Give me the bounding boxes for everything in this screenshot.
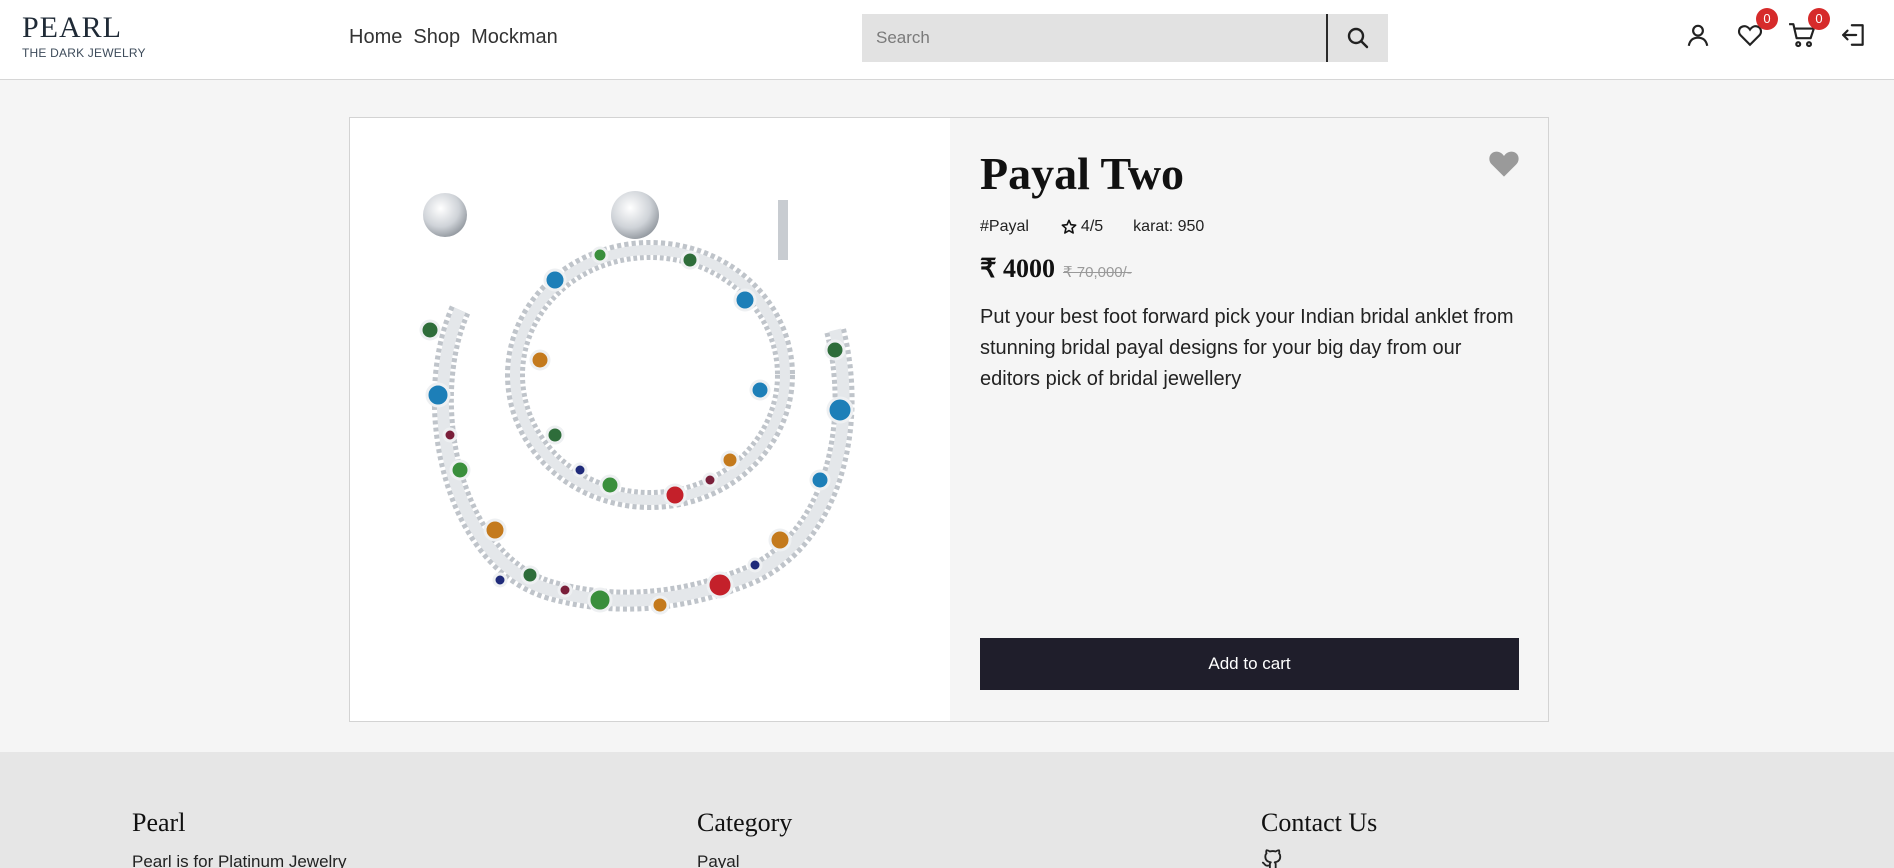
nav-link-home[interactable]: Home bbox=[349, 26, 402, 49]
heart-filled-icon bbox=[1489, 151, 1519, 177]
cart-button[interactable]: 0 bbox=[1788, 8, 1830, 50]
add-to-cart-button[interactable]: Add to cart bbox=[980, 638, 1519, 690]
footer-about-title: Pearl bbox=[132, 808, 186, 837]
wishlist-count-badge: 0 bbox=[1756, 8, 1778, 30]
wishlist-button[interactable]: 0 bbox=[1736, 8, 1778, 50]
search-bar bbox=[862, 14, 1388, 62]
original-price: ₹ 70,000/- bbox=[1063, 264, 1132, 281]
footer-category: Category Payal bbox=[697, 808, 792, 868]
product-title: Payal Two bbox=[980, 148, 1185, 199]
main-nav: Home Shop Mockman bbox=[349, 26, 558, 49]
footer-about-text: Pearl is for Platinum Jewelry bbox=[132, 852, 347, 868]
search-button[interactable] bbox=[1326, 14, 1388, 62]
wishlist-toggle-button[interactable] bbox=[1487, 148, 1521, 178]
footer-about: Pearl Pearl is for Platinum Jewelry bbox=[132, 808, 346, 868]
nav-link-shop[interactable]: Shop bbox=[413, 26, 460, 49]
product-info: Payal Two #Payal 4/5 karat: 950 ₹ 4000 ₹… bbox=[980, 148, 1520, 395]
nav-link-mockman[interactable]: Mockman bbox=[471, 26, 558, 49]
user-icon bbox=[1687, 24, 1709, 47]
site-header: PEARL THE DARK JEWELRY Home Shop Mockman bbox=[0, 0, 1894, 80]
footer-contact-title: Contact Us bbox=[1261, 808, 1378, 837]
header-actions: 0 0 bbox=[1684, 8, 1868, 50]
search-input[interactable] bbox=[862, 14, 1326, 62]
github-icon bbox=[1261, 849, 1282, 868]
logout-icon bbox=[1842, 24, 1864, 46]
product-rating: 4/5 bbox=[1061, 218, 1103, 236]
product-description: Put your best foot forward pick your Ind… bbox=[980, 306, 1514, 390]
product-card: Payal Two #Payal 4/5 karat: 950 ₹ 4000 ₹… bbox=[349, 117, 1549, 722]
cart-count-badge: 0 bbox=[1808, 8, 1830, 30]
product-karat: karat: 950 bbox=[1133, 218, 1205, 235]
brand-logo[interactable]: PEARL THE DARK JEWELRY bbox=[22, 11, 146, 61]
search-icon bbox=[1347, 27, 1369, 49]
star-outline-icon bbox=[1061, 219, 1077, 234]
logout-button[interactable] bbox=[1840, 20, 1868, 50]
account-button[interactable] bbox=[1684, 20, 1712, 50]
rating-value: 4/5 bbox=[1080, 218, 1104, 235]
product-category-tag[interactable]: #Payal bbox=[980, 218, 1029, 236]
product-meta: #Payal 4/5 karat: 950 bbox=[980, 218, 1520, 236]
current-price: ₹ 4000 bbox=[980, 254, 1056, 283]
footer-category-link-payal[interactable]: Payal bbox=[697, 852, 792, 868]
brand-tagline: THE DARK JEWELRY bbox=[22, 46, 146, 60]
footer-category-title: Category bbox=[697, 808, 793, 837]
site-footer: Pearl Pearl is for Platinum Jewelry Cate… bbox=[0, 752, 1894, 868]
product-image bbox=[350, 118, 950, 721]
github-link[interactable] bbox=[1261, 848, 1377, 868]
price-row: ₹ 4000 ₹ 70,000/- bbox=[980, 254, 1520, 284]
brand-name: PEARL bbox=[22, 11, 123, 44]
anklet-image-illustration bbox=[419, 190, 855, 614]
footer-contact: Contact Us bbox=[1261, 808, 1377, 868]
